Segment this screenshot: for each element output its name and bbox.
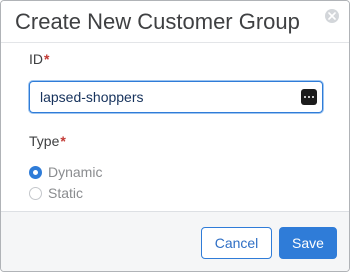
type-label-text: Type xyxy=(29,133,60,149)
id-label-text: ID xyxy=(29,51,43,67)
dialog-header: Create New Customer Group xyxy=(1,1,349,43)
type-field-label: Type* xyxy=(29,133,66,149)
radio-button-checked[interactable] xyxy=(29,165,42,179)
id-field-label: ID* xyxy=(29,51,49,67)
radio-label-dynamic: Dynamic xyxy=(48,164,103,180)
id-input-wrapper xyxy=(29,81,323,113)
more-dots-icon xyxy=(303,95,307,99)
radio-button-unchecked[interactable] xyxy=(29,186,42,200)
radio-option-static[interactable]: Static xyxy=(29,185,83,201)
save-button[interactable]: Save xyxy=(279,227,337,259)
required-marker: * xyxy=(44,51,50,67)
create-customer-group-dialog: Create New Customer Group ID* Type* Dyna… xyxy=(0,0,350,272)
radio-label-static: Static xyxy=(48,185,84,201)
dialog-body: ID* Type* Dynamic Static xyxy=(1,43,349,211)
cancel-button[interactable]: Cancel xyxy=(201,227,272,259)
dialog-footer: Cancel Save xyxy=(1,211,349,271)
radio-option-dynamic[interactable]: Dynamic xyxy=(29,164,102,180)
close-icon xyxy=(328,12,336,20)
id-input[interactable] xyxy=(40,82,290,112)
close-button[interactable] xyxy=(325,9,339,23)
required-marker: * xyxy=(60,133,66,149)
id-field-options-button[interactable] xyxy=(301,89,317,105)
dialog-title: Create New Customer Group xyxy=(15,9,300,34)
